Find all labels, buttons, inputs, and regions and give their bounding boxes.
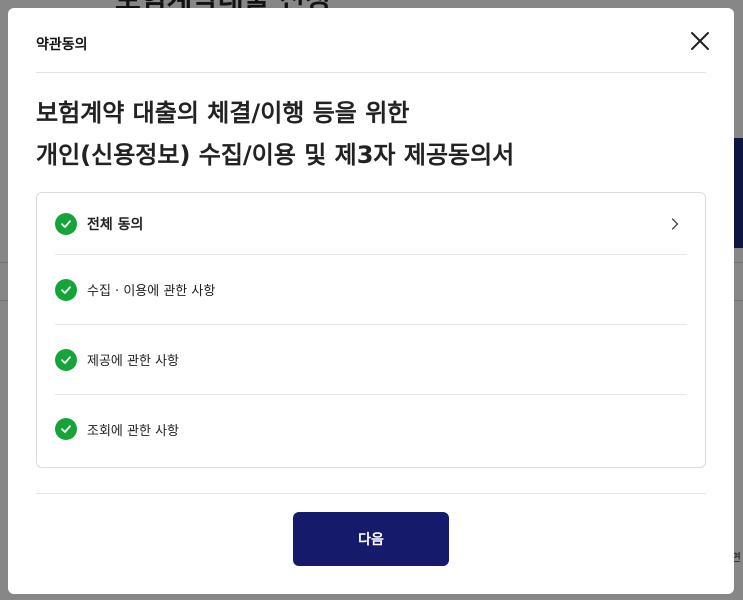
- terms-agreement-modal: 약관동의 보험계약 대출의 체결/이행 등을 위한 개인(신용정보) 수집/이용…: [8, 8, 734, 594]
- check-circle-icon[interactable]: [55, 348, 77, 371]
- headline-line-1: 보험계약 대출의 체결/이행 등을 위한: [36, 99, 410, 127]
- close-button[interactable]: [684, 25, 716, 57]
- agreement-headline: 보험계약 대출의 체결/이행 등을 위한 개인(신용정보) 수집/이용 및 제3…: [36, 92, 696, 176]
- modal-title: 약관동의: [36, 37, 88, 53]
- check-circle-icon[interactable]: [55, 418, 77, 440]
- close-icon: [691, 32, 709, 50]
- headline-line-2: 개인(신용정보) 수집/이용 및 제3자 제공동의서: [36, 141, 515, 169]
- check-circle-icon[interactable]: [55, 212, 77, 235]
- footer-divider: [36, 493, 706, 494]
- agree-item-inquiry[interactable]: 조회에 관한 사항: [55, 395, 687, 463]
- agree-item-label: 제공에 관한 사항: [87, 354, 179, 369]
- agreement-list: 전체 동의 수집 · 이용에 관한 사항 제공에 관한 사항 조회에 관한 사항: [36, 192, 706, 468]
- agree-item-provision[interactable]: 제공에 관한 사항: [55, 325, 687, 395]
- check-circle-icon[interactable]: [55, 278, 77, 301]
- agree-all-label: 전체 동의: [87, 216, 144, 233]
- agree-all-row[interactable]: 전체 동의: [55, 193, 687, 255]
- agree-item-label: 조회에 관한 사항: [87, 423, 179, 439]
- chevron-right-icon[interactable]: [669, 217, 681, 230]
- next-button[interactable]: 다음: [293, 512, 449, 566]
- agree-item-label: 수집 · 이용에 관한 사항: [87, 284, 216, 299]
- modal-header: 약관동의: [36, 8, 709, 73]
- agree-item-collection[interactable]: 수집 · 이용에 관한 사항: [55, 255, 687, 325]
